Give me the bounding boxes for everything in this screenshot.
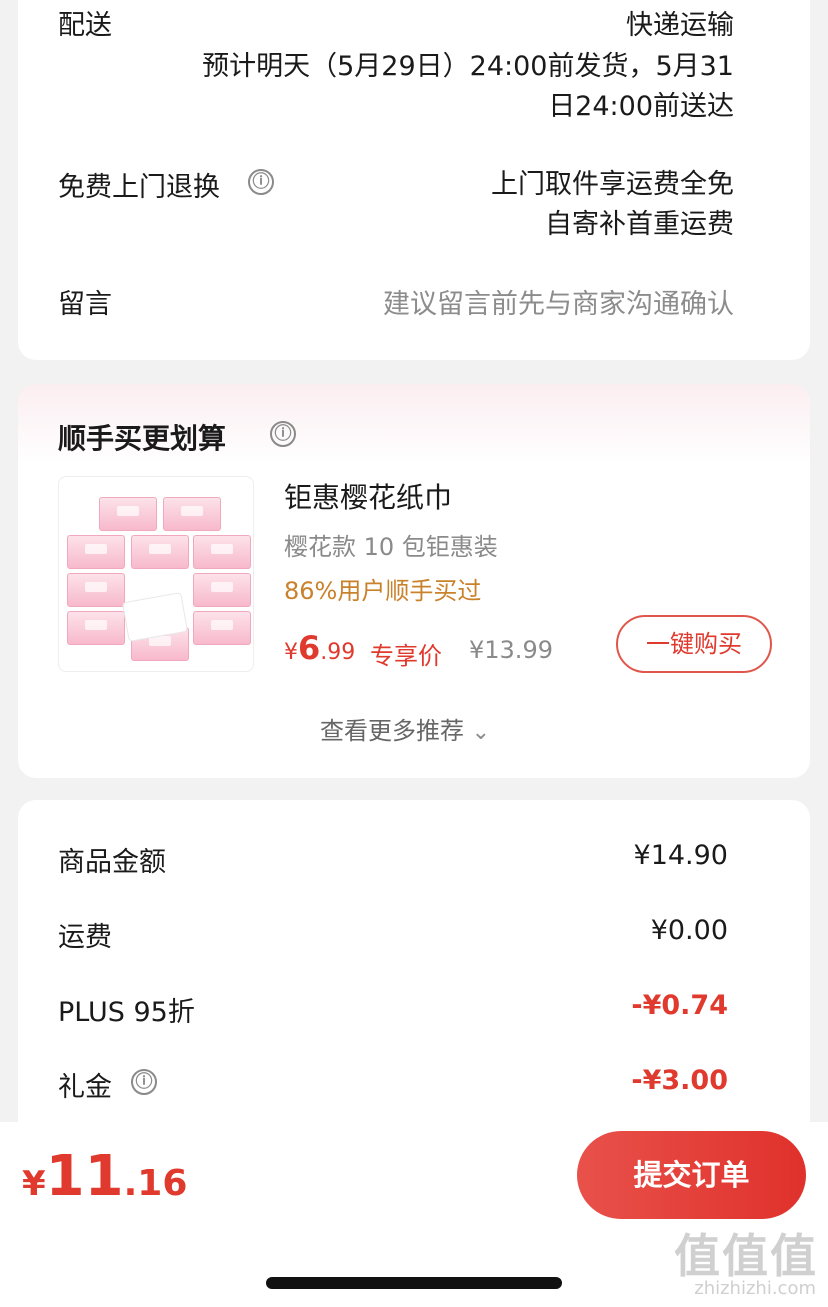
price-int: 6 — [298, 629, 321, 667]
price-symbol: ¥ — [284, 640, 298, 665]
gift-info-icon[interactable]: ⓘ — [131, 1069, 157, 1095]
price-dec: .99 — [320, 640, 356, 665]
price-tag: 专享价 — [370, 642, 442, 670]
submit-order-button[interactable]: 提交订单 — [577, 1131, 806, 1219]
summary-label-shipping: 运费 — [58, 922, 112, 953]
more-label: 查看更多推荐 — [320, 717, 464, 745]
returns-info-icon[interactable]: ⓘ — [248, 169, 274, 195]
summary-value-gift: -¥3.00 — [631, 1065, 728, 1096]
total-dec: .16 — [123, 1163, 188, 1204]
bottom-action-bar: ¥11.16 提交订单 值值值 zhizhizhi.com — [0, 1122, 828, 1307]
price-summary-card: 商品金额 ¥14.90 运费 ¥0.00 PLUS 95折 -¥0.74 礼金 … — [18, 800, 810, 1140]
summary-value-goods: ¥14.90 — [633, 840, 728, 871]
more-recommendations-link[interactable]: 查看更多推荐 ⌄ — [320, 711, 490, 746]
summary-value-plus: -¥0.74 — [631, 990, 728, 1021]
total-int: 11 — [45, 1144, 124, 1209]
summary-label-goods: 商品金额 — [58, 847, 166, 878]
social-proof-text: 86%用户顺手买过 — [284, 577, 482, 605]
addon-title: 顺手买更划算 — [58, 422, 227, 455]
watermark-site: zhizhizhi.com — [694, 1278, 816, 1299]
product-name[interactable]: 钜惠樱花纸巾 — [284, 476, 452, 516]
addon-info-icon[interactable]: ⓘ — [270, 421, 296, 447]
message-label: 留言 — [58, 289, 112, 320]
product-image[interactable] — [58, 476, 254, 672]
delivery-eta-line1: 预计明天（5月29日）24:00前发货，5月31 — [202, 51, 734, 82]
returns-line1: 上门取件享运费全免 — [491, 169, 734, 200]
total-price: ¥11.16 — [22, 1144, 187, 1209]
product-price: ¥6.99 — [284, 629, 355, 667]
watermark-logo: 值值值 — [674, 1229, 818, 1283]
one-click-buy-button[interactable]: 一键购买 — [616, 615, 772, 673]
chevron-down-icon: ⌄ — [471, 720, 491, 745]
summary-value-shipping: ¥0.00 — [650, 915, 728, 946]
message-input[interactable]: 建议留言前先与商家沟通确认 — [383, 282, 734, 321]
summary-label-gift: 礼金 — [58, 1072, 112, 1103]
home-indicator[interactable] — [266, 1277, 562, 1289]
product-spec: 樱花款 10 包钜惠装 — [284, 533, 498, 561]
returns-label: 免费上门退换 — [58, 172, 220, 203]
total-symbol: ¥ — [22, 1164, 46, 1204]
delivery-label: 配送 — [58, 10, 112, 41]
order-info-card: 配送 快递运输 预计明天（5月29日）24:00前发货，5月31 日24:00前… — [18, 0, 810, 360]
addon-card: 顺手买更划算 ⓘ 钜惠樱花纸巾 樱花款 10 包钜惠装 86%用户顺手买过 ¥6… — [18, 384, 810, 778]
summary-label-plus: PLUS 95折 — [58, 997, 195, 1028]
delivery-method: 快递运输 — [626, 10, 734, 41]
returns-line2: 自寄补首重运费 — [545, 209, 734, 240]
delivery-eta-line2: 日24:00前送达 — [548, 91, 734, 122]
original-price: ¥13.99 — [469, 636, 553, 664]
